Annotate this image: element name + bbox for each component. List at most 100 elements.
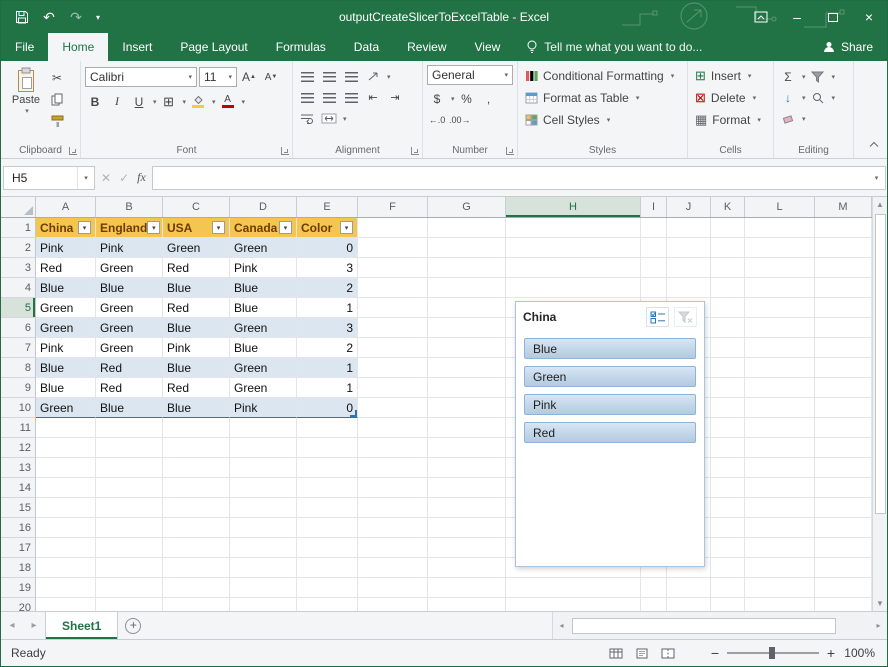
tab-insert[interactable]: Insert — [108, 33, 166, 61]
cell-F17[interactable] — [358, 538, 428, 558]
cell-F11[interactable] — [358, 418, 428, 438]
row-header-19[interactable]: 19 — [1, 578, 36, 598]
row-header-16[interactable]: 16 — [1, 518, 36, 538]
minimize-button[interactable]: – — [779, 1, 815, 33]
format-as-table-button[interactable]: Format as Table ▾ — [522, 87, 683, 109]
horizontal-scrollbar[interactable]: ◂ ▸ — [552, 612, 887, 639]
column-header-A[interactable]: A — [36, 197, 96, 217]
cell-J4[interactable] — [667, 278, 711, 298]
tab-view[interactable]: View — [461, 33, 515, 61]
cell-D3[interactable]: Pink — [230, 258, 297, 278]
cell-I20[interactable] — [641, 598, 667, 611]
cell-D2[interactable]: Green — [230, 238, 297, 258]
number-format-select[interactable]: General ▾ — [427, 65, 513, 85]
row-header-8[interactable]: 8 — [1, 358, 36, 378]
cell-F14[interactable] — [358, 478, 428, 498]
cell-I19[interactable] — [641, 578, 667, 598]
cell-F5[interactable] — [358, 298, 428, 318]
cell-C5[interactable]: Red — [163, 298, 230, 318]
borders-button[interactable]: ⊞ — [159, 92, 179, 111]
tab-review[interactable]: Review — [393, 33, 460, 61]
zoom-out-button[interactable]: − — [705, 645, 725, 661]
cell-L6[interactable] — [745, 318, 815, 338]
cell-K9[interactable] — [711, 378, 745, 398]
horizontal-scroll-thumb[interactable] — [572, 618, 836, 634]
row-header-4[interactable]: 4 — [1, 278, 36, 298]
cell-G5[interactable] — [428, 298, 506, 318]
cell-K2[interactable] — [711, 238, 745, 258]
percent-format-button[interactable]: % — [457, 89, 477, 108]
cell-E14[interactable] — [297, 478, 358, 498]
cell-A11[interactable] — [36, 418, 96, 438]
cell-L7[interactable] — [745, 338, 815, 358]
cell-D7[interactable]: Blue — [230, 338, 297, 358]
column-header-C[interactable]: C — [163, 197, 230, 217]
increase-font-size-button[interactable]: A▲ — [239, 68, 259, 87]
cell-D4[interactable]: Blue — [230, 278, 297, 298]
row-header-11[interactable]: 11 — [1, 418, 36, 438]
cell-A6[interactable]: Green — [36, 318, 96, 338]
cell-G12[interactable] — [428, 438, 506, 458]
cell-I3[interactable] — [641, 258, 667, 278]
align-left-button[interactable] — [297, 88, 317, 107]
align-top-button[interactable] — [297, 67, 317, 86]
cell-G20[interactable] — [428, 598, 506, 611]
cell-L10[interactable] — [745, 398, 815, 418]
filter-button-canada[interactable]: ▾ — [279, 221, 292, 234]
cell-D11[interactable] — [230, 418, 297, 438]
cell-L20[interactable] — [745, 598, 815, 611]
cell-G8[interactable] — [428, 358, 506, 378]
cell-B20[interactable] — [96, 598, 163, 611]
fill-color-button[interactable] — [188, 92, 208, 111]
scroll-right-icon[interactable]: ▸ — [870, 618, 887, 633]
format-painter-button[interactable] — [47, 112, 67, 131]
filter-button-usa[interactable]: ▾ — [212, 221, 225, 234]
slicer-item-red[interactable]: Red — [524, 422, 696, 443]
customize-qat-icon[interactable]: ▾ — [90, 4, 106, 30]
cell-K13[interactable] — [711, 458, 745, 478]
enter-icon[interactable]: ✓ — [119, 171, 129, 185]
scroll-up-icon[interactable]: ▲ — [873, 197, 887, 212]
cell-A15[interactable] — [36, 498, 96, 518]
cell-L12[interactable] — [745, 438, 815, 458]
cell-J20[interactable] — [667, 598, 711, 611]
cell-B15[interactable] — [96, 498, 163, 518]
conditional-formatting-button[interactable]: Conditional Formatting ▾ — [522, 65, 683, 87]
share-button[interactable]: Share — [809, 33, 887, 61]
cell-I2[interactable] — [641, 238, 667, 258]
cell-G9[interactable] — [428, 378, 506, 398]
normal-view-icon[interactable] — [603, 643, 629, 663]
cell-B14[interactable] — [96, 478, 163, 498]
cell-G13[interactable] — [428, 458, 506, 478]
cell-K11[interactable] — [711, 418, 745, 438]
font-dialog-launcher[interactable] — [281, 147, 289, 155]
tab-home[interactable]: Home — [48, 33, 108, 61]
align-center-button[interactable] — [319, 88, 339, 107]
cell-L2[interactable] — [745, 238, 815, 258]
cell-B9[interactable]: Red — [96, 378, 163, 398]
font-color-button[interactable]: A — [218, 92, 238, 111]
row-header-14[interactable]: 14 — [1, 478, 36, 498]
cell-E16[interactable] — [297, 518, 358, 538]
cell-E3[interactable]: 3 — [297, 258, 358, 278]
wrap-text-button[interactable] — [297, 109, 317, 128]
cell-M5[interactable] — [815, 298, 872, 318]
cell-H2[interactable] — [506, 238, 641, 258]
cell-C19[interactable] — [163, 578, 230, 598]
vertical-scrollbar[interactable]: ▲ ▼ — [872, 197, 887, 611]
cell-C11[interactable] — [163, 418, 230, 438]
filter-button-england[interactable]: ▾ — [147, 221, 160, 234]
cell-F15[interactable] — [358, 498, 428, 518]
cell-M8[interactable] — [815, 358, 872, 378]
maximize-button[interactable] — [815, 1, 851, 33]
slicer-item-blue[interactable]: Blue — [524, 338, 696, 359]
cell-D12[interactable] — [230, 438, 297, 458]
cell-A4[interactable]: Blue — [36, 278, 96, 298]
italic-button[interactable]: I — [107, 92, 127, 111]
cell-M12[interactable] — [815, 438, 872, 458]
cell-L3[interactable] — [745, 258, 815, 278]
cell-B13[interactable] — [96, 458, 163, 478]
cell-F13[interactable] — [358, 458, 428, 478]
cell-E2[interactable]: 0 — [297, 238, 358, 258]
cell-C17[interactable] — [163, 538, 230, 558]
